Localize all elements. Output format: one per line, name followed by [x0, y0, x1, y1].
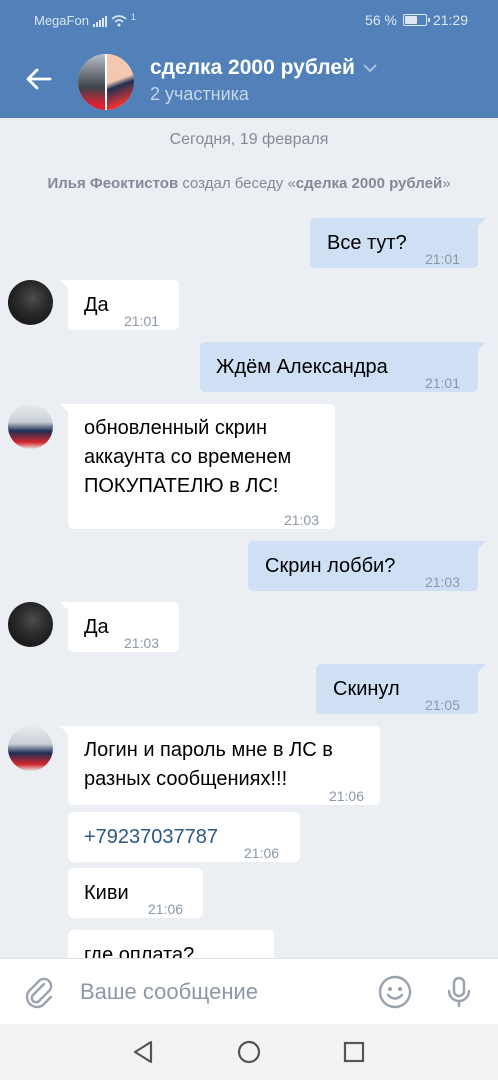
message-time: 21:05 [424, 697, 460, 713]
nav-home-button[interactable] [235, 1038, 263, 1066]
message-outgoing[interactable]: Скрин лобби? 21:03 [248, 541, 486, 591]
system-chat-name: сделка 2000 рублей [295, 175, 443, 192]
message-text: где оплата? [84, 944, 195, 958]
status-bar: MegaFon 1 56 % 21:29 [0, 0, 498, 42]
nav-recents-icon [343, 1041, 365, 1063]
avatar-participant-2 [106, 54, 134, 110]
message-text: Скрин лобби? [265, 555, 396, 577]
avatar-participant-1 [78, 54, 106, 110]
voice-button[interactable] [442, 975, 476, 1009]
date-divider: Сегодня, 19 февраля [169, 131, 329, 148]
message-list[interactable]: Сегодня, 19 февраля Илья Феоктистов созд… [0, 118, 498, 958]
message-text: Да [84, 616, 109, 638]
message-incoming[interactable]: Киви 21:06 [68, 868, 203, 918]
message-incoming[interactable]: Да 21:01 [60, 280, 179, 330]
chat-subtitle[interactable]: 2 участника [150, 84, 249, 105]
message-time: 21:06 [148, 901, 184, 917]
message-incoming[interactable]: Да 21:03 [60, 602, 179, 652]
carrier-name: MegaFon [34, 13, 89, 28]
message-text: Ждём Александра [216, 356, 388, 378]
clock: 21:29 [432, 12, 468, 28]
nav-back-button[interactable] [130, 1038, 158, 1066]
system-action-text: создал беседу « [182, 175, 296, 192]
message-time: 21:06 [244, 845, 280, 861]
message-text: обновленный скрин аккаунта со временем П… [84, 414, 291, 501]
phone-link[interactable]: +79237037787 [84, 823, 218, 852]
emoji-button[interactable] [378, 975, 412, 1009]
sender-avatar[interactable] [8, 280, 53, 325]
status-right: 56 % 21:29 [365, 12, 468, 28]
message-text: Да [84, 294, 109, 316]
message-composer: Ваше сообщение [0, 958, 498, 1024]
microphone-icon [447, 976, 471, 1008]
chat-title-text: сделка 2000 рублей [150, 56, 355, 79]
signal-icon [92, 15, 107, 27]
sender-avatar[interactable] [8, 602, 53, 647]
message-text: Скинул [333, 678, 400, 700]
sender-avatar[interactable] [8, 726, 53, 771]
back-button[interactable] [22, 62, 56, 96]
message-incoming[interactable]: обновленный скрин аккаунта со временем П… [60, 404, 335, 529]
message-line: Логин и пароль мне в ЛС в [84, 739, 333, 761]
message-text: Киви [84, 882, 129, 904]
message-line: ПОКУПАТЕЛЮ в ЛС! [84, 475, 279, 497]
emoji-icon [378, 975, 412, 1009]
message-input[interactable]: Ваше сообщение [80, 979, 258, 1005]
nav-home-icon [237, 1040, 261, 1064]
message-time: 21:03 [424, 574, 460, 590]
message-time: 21:03 [124, 635, 160, 651]
paperclip-icon [25, 977, 53, 1009]
attach-button[interactable] [22, 975, 56, 1009]
battery-icon [402, 14, 430, 26]
message-time: 21:01 [424, 375, 460, 391]
avatar-split [105, 54, 107, 110]
wifi-icon [111, 14, 127, 26]
message-line: аккаунта со временем [84, 446, 292, 468]
battery-percent: 56 % [365, 12, 397, 28]
sender-avatar[interactable] [8, 404, 53, 449]
message-outgoing[interactable]: Все тут? 21:01 [310, 218, 486, 268]
message-line: разных сообщениях!!! [84, 768, 288, 790]
chat-header: MegaFon 1 56 % 21:29 сделка 2000 рублей [0, 0, 498, 118]
chat-title[interactable]: сделка 2000 рублей [150, 56, 377, 80]
message-time: 21:01 [124, 313, 160, 329]
message-incoming[interactable]: Логин и пароль мне в ЛС в разных сообщен… [60, 726, 380, 805]
message-time: 21:01 [424, 251, 460, 267]
nav-back-icon [133, 1040, 153, 1064]
system-close: » [442, 175, 451, 192]
message-time: 21:06 [328, 788, 364, 804]
message-incoming[interactable]: где оплата? [68, 930, 274, 958]
system-navigation-bar [0, 1024, 498, 1080]
chat-avatar[interactable] [78, 54, 134, 110]
message-outgoing[interactable]: Ждём Александра 21:01 [200, 342, 486, 392]
system-author[interactable]: Илья Феоктистов [47, 175, 178, 192]
system-message: Илья Феоктистов создал беседу «сделка 20… [0, 175, 498, 192]
status-left: MegaFon 1 [34, 11, 136, 29]
nav-recents-button[interactable] [340, 1038, 368, 1066]
message-incoming[interactable]: +79237037787 21:06 [68, 812, 300, 862]
back-arrow-icon [26, 68, 52, 90]
chevron-down-icon [363, 63, 377, 72]
message-time: 21:03 [283, 512, 319, 528]
message-text: Все тут? [327, 232, 407, 254]
notification-count: 1 [130, 11, 136, 22]
message-outgoing[interactable]: Скинул 21:05 [316, 664, 486, 714]
message-text: Логин и пароль мне в ЛС в разных сообщен… [84, 736, 333, 794]
message-line: обновленный скрин [84, 417, 267, 439]
